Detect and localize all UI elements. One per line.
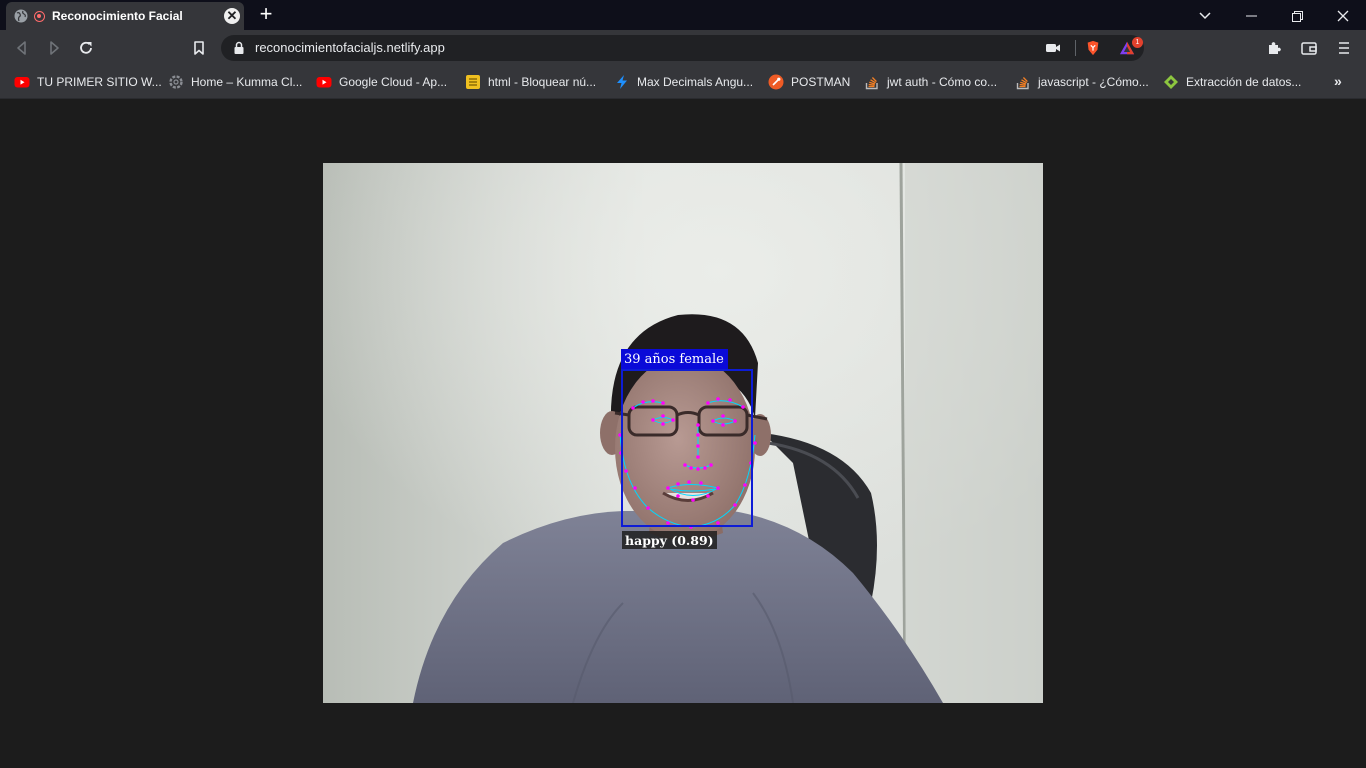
face-detection-box <box>621 369 753 527</box>
forward-icon[interactable] <box>45 39 63 57</box>
bookmark-item[interactable]: Extracción de datos... <box>1163 72 1301 92</box>
youtube-icon <box>14 77 30 88</box>
address-bar[interactable]: reconocimientofacialjs.netlify.app 1 <box>221 35 1144 61</box>
postman-icon <box>768 74 784 90</box>
gear-icon <box>169 75 183 89</box>
divider <box>1075 40 1076 56</box>
new-tab-button[interactable]: + <box>256 3 276 25</box>
stackoverflow-icon <box>865 77 878 90</box>
wallet-icon[interactable] <box>1300 39 1318 57</box>
recording-icon <box>34 11 45 22</box>
browser-toolbar: reconocimientofacialjs.netlify.app 1 <box>0 30 1366 66</box>
bookmark-item[interactable]: jwt auth - Cómo co... <box>864 72 997 92</box>
bookmark-item[interactable]: html - Bloquear nú... <box>465 72 596 92</box>
brave-shields-icon[interactable] <box>1084 40 1102 56</box>
bookmark-item[interactable]: POSTMAN <box>768 72 850 92</box>
close-window-button[interactable] <box>1320 0 1366 30</box>
webcam-video: 39 años female happy (0.89) <box>323 163 1043 703</box>
age-gender-label: 39 años female <box>621 349 728 369</box>
close-icon <box>1337 10 1349 22</box>
url-text[interactable]: reconocimientofacialjs.netlify.app <box>255 40 445 55</box>
notification-badge: 1 <box>1132 37 1143 48</box>
globe-icon <box>14 9 28 23</box>
extensions-icon[interactable] <box>1266 39 1284 57</box>
bookmark-item[interactable]: TU PRIMER SITIO W... <box>14 72 162 92</box>
stackoverflow-icon <box>1016 77 1029 90</box>
reload-icon[interactable] <box>77 39 95 57</box>
tab-reconocimiento-facial[interactable]: Reconocimiento Facial ✕ <box>6 2 244 30</box>
youtube-icon <box>316 77 332 88</box>
tab-title: Reconocimiento Facial <box>52 9 183 23</box>
bookmark-item[interactable]: Home – Kumma Cl... <box>168 72 302 92</box>
lock-icon <box>234 41 244 54</box>
expression-label: happy (0.89) <box>622 531 717 549</box>
bookmarks-overflow-button[interactable]: » <box>1334 73 1342 89</box>
bookmarks-bar: TU PRIMER SITIO W... Home – Kumma Cl... … <box>0 66 1366 99</box>
bookmark-icon[interactable] <box>190 39 208 57</box>
tab-close-button[interactable]: ✕ <box>224 8 240 24</box>
bookmark-item[interactable]: javascript - ¿Cómo... <box>1015 72 1149 92</box>
minimize-button[interactable] <box>1228 0 1274 30</box>
bolt-icon <box>617 75 627 89</box>
menu-icon[interactable] <box>1335 39 1353 57</box>
bookmark-item[interactable]: Max Decimals Angu... <box>614 72 753 92</box>
restore-button[interactable] <box>1274 0 1320 30</box>
restore-icon <box>1291 10 1303 22</box>
chevron-down-icon <box>1199 12 1211 20</box>
bookmark-item[interactable]: Google Cloud - Ap... <box>316 72 447 92</box>
camera-icon[interactable] <box>1044 40 1062 56</box>
tab-search-button[interactable] <box>1182 0 1228 30</box>
tab-strip: Reconocimiento Facial ✕ + <box>0 0 1366 30</box>
back-icon[interactable] <box>13 39 31 57</box>
minimize-icon <box>1245 15 1257 17</box>
diamond-icon <box>1164 75 1178 89</box>
stackexchange-icon <box>466 75 480 89</box>
